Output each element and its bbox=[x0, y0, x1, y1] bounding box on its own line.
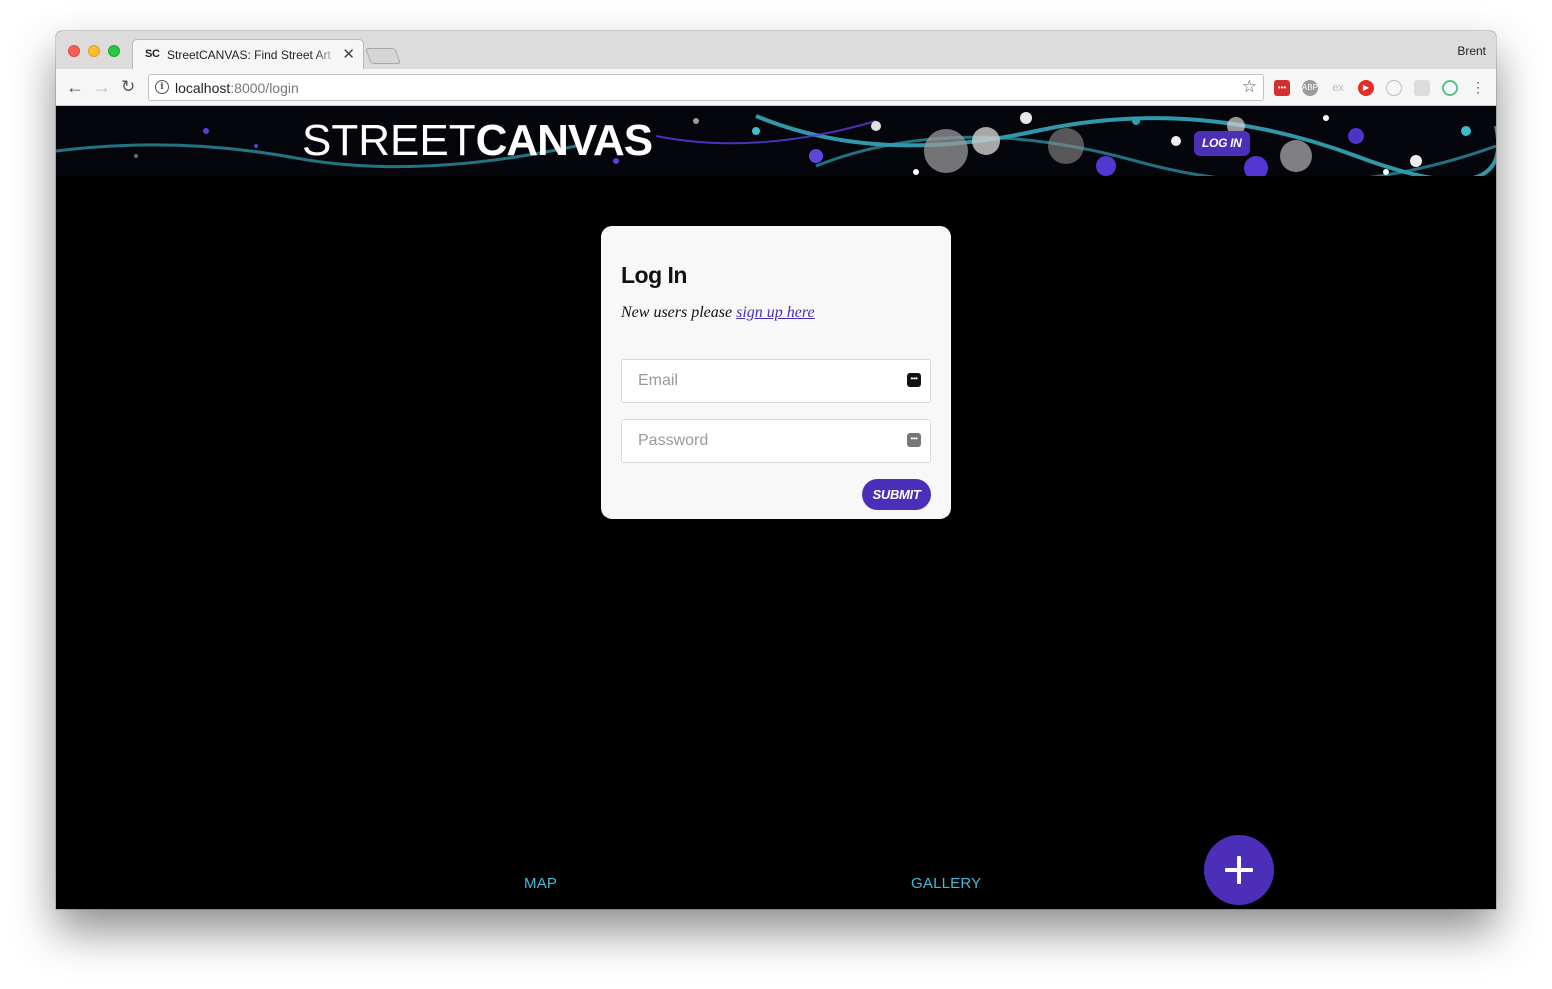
password-field[interactable]: ••• bbox=[621, 419, 931, 463]
reload-icon[interactable]: ↻ bbox=[121, 77, 135, 97]
nav-map-link[interactable]: MAP bbox=[524, 875, 557, 892]
site-header: STREETCANVAS LOG IN bbox=[56, 106, 1496, 176]
green-extension-icon[interactable] bbox=[1442, 80, 1458, 96]
info-icon[interactable]: i bbox=[155, 80, 169, 94]
browser-menu-icon[interactable]: ⋮ bbox=[1470, 80, 1486, 96]
password-manager-icon[interactable]: ••• bbox=[907, 373, 921, 387]
site-logo[interactable]: STREETCANVAS bbox=[302, 116, 654, 166]
add-art-button[interactable] bbox=[1204, 835, 1274, 905]
password-manager-icon[interactable]: ••• bbox=[907, 433, 921, 447]
url-port-path: :8000/login bbox=[230, 80, 299, 96]
browser-toolbar: ← → ↻ i localhost:8000/login ☆ ••• ABP e… bbox=[56, 69, 1496, 106]
zoom-window-button[interactable] bbox=[108, 45, 120, 57]
circle-extension-icon[interactable] bbox=[1386, 80, 1402, 96]
password-input[interactable] bbox=[622, 420, 902, 462]
email-field[interactable]: ••• bbox=[621, 359, 931, 403]
url-text[interactable]: localhost:8000/login bbox=[175, 80, 299, 96]
tab-favicon: SC bbox=[145, 48, 160, 60]
profile-name[interactable]: Brent bbox=[1457, 44, 1486, 58]
grid-extension-icon[interactable] bbox=[1414, 80, 1430, 96]
login-title: Log In bbox=[621, 262, 687, 288]
tab-close-icon[interactable]: ✕ bbox=[342, 45, 355, 63]
signup-prompt: New users please sign up here bbox=[621, 304, 815, 322]
header-login-button[interactable]: LOG IN bbox=[1194, 131, 1250, 156]
page-content: STREETCANVAS LOG IN Log In New users ple… bbox=[56, 106, 1496, 909]
email-input[interactable] bbox=[622, 360, 902, 402]
signup-prompt-text: New users please bbox=[621, 304, 733, 321]
adblock-extension-icon[interactable]: ABP bbox=[1302, 80, 1318, 96]
youtube-extension-icon[interactable]: ▶ bbox=[1358, 80, 1374, 96]
lastpass-extension-icon[interactable]: ••• bbox=[1274, 80, 1290, 96]
url-host: localhost bbox=[175, 80, 231, 96]
bookmark-star-icon[interactable]: ☆ bbox=[1242, 77, 1257, 97]
logo-canvas: CANVAS bbox=[475, 116, 654, 165]
address-bar[interactable]: i localhost:8000/login ☆ bbox=[148, 74, 1264, 101]
browser-window: SC StreetCANVAS: Find Street Art ✕ Brent… bbox=[56, 31, 1496, 909]
tab-title: StreetCANVAS: Find Street Art bbox=[167, 48, 331, 62]
nav-gallery-link[interactable]: GALLERY bbox=[911, 875, 981, 892]
back-arrow-icon[interactable]: ← bbox=[66, 77, 84, 97]
paint-splatter-background bbox=[56, 106, 1496, 176]
new-tab-button[interactable] bbox=[365, 48, 401, 64]
ex-extension-icon[interactable]: ex bbox=[1330, 80, 1346, 96]
logo-street: STREET bbox=[302, 116, 476, 165]
submit-button[interactable]: SUBMIT bbox=[862, 479, 931, 510]
signup-link[interactable]: sign up here bbox=[736, 304, 815, 321]
browser-tab-active[interactable]: SC StreetCANVAS: Find Street Art ✕ bbox=[132, 39, 364, 69]
close-window-button[interactable] bbox=[68, 45, 80, 57]
login-card: Log In New users please sign up here •••… bbox=[601, 226, 951, 519]
minimize-window-button[interactable] bbox=[88, 45, 100, 57]
tab-strip: SC StreetCANVAS: Find Street Art ✕ Brent bbox=[56, 31, 1496, 69]
forward-arrow-icon[interactable]: → bbox=[93, 77, 111, 97]
